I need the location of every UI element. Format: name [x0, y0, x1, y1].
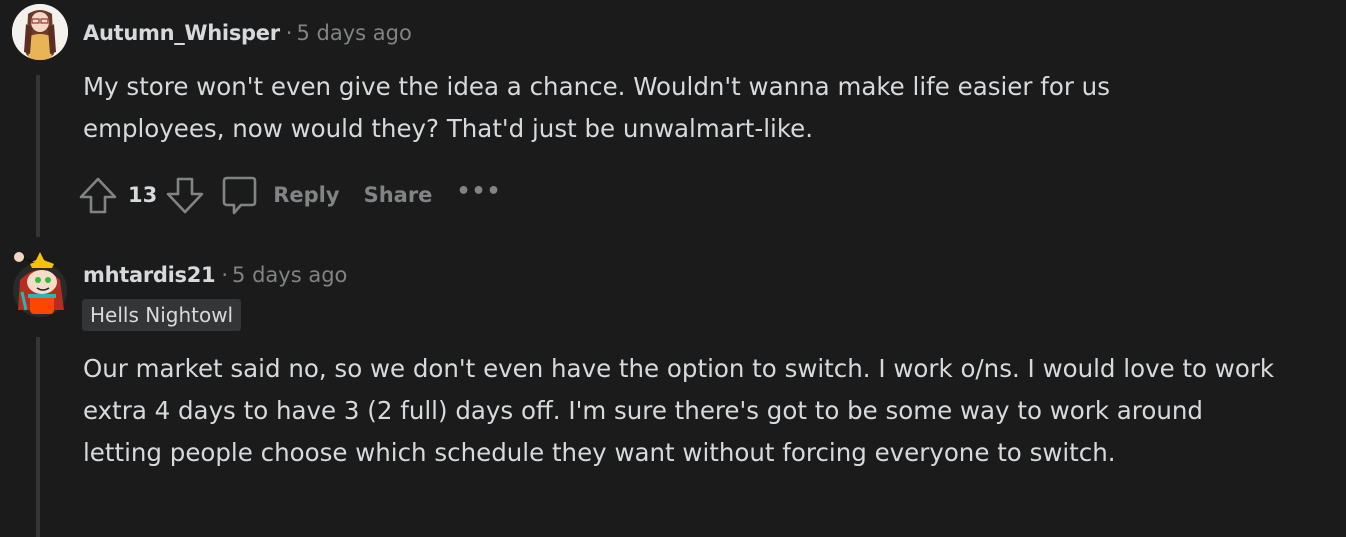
avatar[interactable]	[12, 4, 68, 60]
comment-button[interactable]	[219, 175, 259, 215]
timestamp[interactable]: 5 days ago	[232, 263, 347, 287]
snoo-avatar-icon	[13, 252, 67, 317]
upvote-arrow-icon	[79, 177, 117, 214]
comment-body: My store won't even give the idea a chan…	[83, 72, 1110, 143]
vote-score: 13	[128, 183, 158, 207]
timestamp[interactable]: 5 days ago	[296, 21, 411, 45]
downvote-arrow-icon	[166, 177, 204, 214]
avatar[interactable]	[10, 250, 70, 322]
user-avatar-icon	[12, 4, 68, 60]
separator: ·	[221, 263, 229, 287]
username[interactable]: Autumn_Whisper	[83, 21, 280, 45]
separator: ·	[285, 21, 293, 45]
thread-line[interactable]	[36, 337, 40, 537]
username[interactable]: mhtardis21	[83, 263, 216, 287]
thread-line[interactable]	[36, 75, 40, 237]
downvote-button[interactable]	[165, 175, 205, 215]
comment-body: Our market said no, so we don't even hav…	[83, 354, 1275, 467]
comment-meta: mhtardis21 · 5 days ago	[83, 261, 347, 289]
upvote-button[interactable]	[78, 175, 118, 215]
comment-actions: 13 Reply Share •••	[78, 174, 502, 216]
more-options-button[interactable]: •••	[456, 179, 501, 204]
user-flair: Hells Nightowl	[82, 299, 242, 331]
comment: Autumn_Whisper · 5 days ago My store won't…	[0, 0, 1346, 240]
speech-bubble-icon	[222, 176, 257, 215]
reply-button[interactable]: Reply	[267, 183, 345, 207]
comment: mhtardis21 · 5 days ago Hells Nightowl Our…	[0, 248, 1346, 537]
comment-meta: Autumn_Whisper · 5 days ago	[83, 19, 412, 47]
share-button[interactable]: Share	[358, 183, 439, 207]
